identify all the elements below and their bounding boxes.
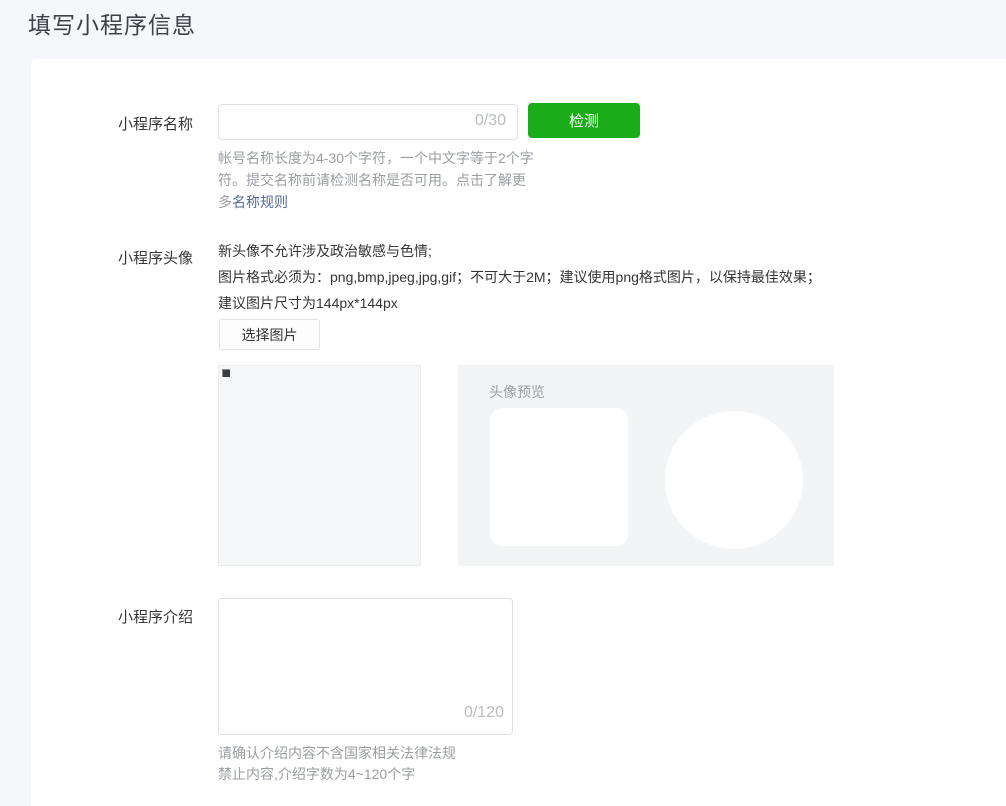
name-hint-text: 帐号名称长度为4-30个字符，一个中文字等于2个字符。提交名称前请检测名称是否可… [218,147,534,213]
intro-textarea[interactable] [218,598,513,735]
name-input[interactable] [218,104,518,140]
name-input-container: 0/30 [218,104,518,140]
intro-field-label: 小程序介绍 [118,606,193,627]
avatar-field-label: 小程序头像 [118,247,193,268]
avatar-preview-panel: 头像预览 [458,365,834,566]
name-field-label: 小程序名称 [118,113,193,134]
avatar-preview-title: 头像预览 [489,382,545,402]
avatar-preview-square [490,408,628,546]
intro-hint-line1: 请确认介绍内容不含国家相关法律法规 [218,745,456,761]
intro-textarea-container: 0/120 [218,598,513,735]
name-rules-link[interactable]: 名称规则 [232,194,288,210]
intro-hint-line2: 禁止内容,介绍字数为4~120个字 [218,766,415,782]
intro-hint-text: 请确认介绍内容不含国家相关法律法规禁止内容,介绍字数为4~120个字 [218,743,538,785]
page-title: 填写小程序信息 [28,6,196,40]
avatar-rules-text: 新头像不允许涉及政治敏感与色情; 图片格式必须为：png,bmp,jpeg,jpg… [218,238,822,316]
form-card: 小程序名称 0/30 检测 帐号名称长度为4-30个字符，一个中文字等于2个字符… [31,59,1006,806]
check-name-button[interactable]: 检测 [528,103,640,138]
avatar-preview-circle [665,411,803,549]
avatar-rule-line1: 新头像不允许涉及政治敏感与色情; [218,243,432,259]
avatar-crop-area[interactable] [218,365,421,566]
avatar-rule-line2: 图片格式必须为：png,bmp,jpeg,jpg,gif；不可大于2M；建议使用… [218,269,821,311]
choose-image-button[interactable]: 选择图片 [219,319,320,350]
broken-image-icon [222,369,230,377]
